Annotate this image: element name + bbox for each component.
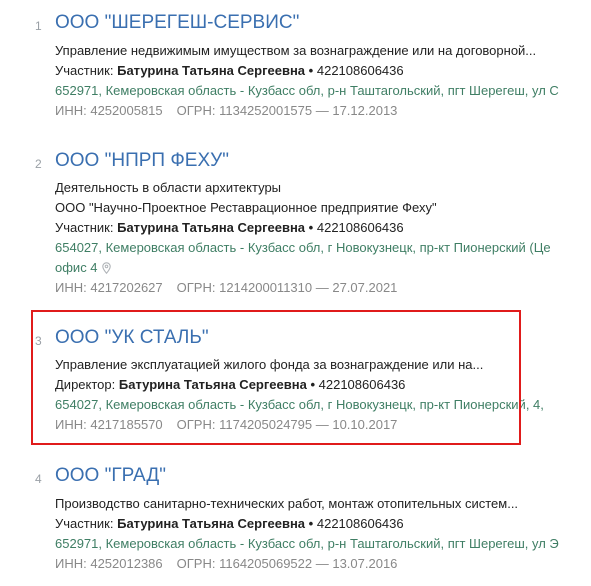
registration-line: ИНН: 4252005815 ОГРН: 1134252001575 — 17.… — [55, 103, 397, 118]
person-name-link[interactable]: Батурина Татьяна Сергеевна — [117, 63, 305, 78]
registration-line: ИНН: 4252012386 ОГРН: 1164205069522 — 13.… — [55, 556, 397, 571]
address-line: 652971, Кемеровская область - Кузбасс об… — [55, 536, 559, 551]
company-title-link[interactable]: ООО "НПРП ФЕХУ" — [55, 150, 229, 172]
result-number: 4 — [35, 472, 42, 486]
ogrn-value: ОГРН: 1134252001575 — 17.12.2013 — [176, 103, 398, 118]
person-name-link[interactable]: Батурина Татьяна Сергеевна — [117, 220, 305, 235]
highlight-frame — [31, 310, 521, 445]
ogrn-value: ОГРН: 1164205069522 — 13.07.2016 — [176, 556, 398, 571]
role-label: Участник: — [55, 63, 114, 78]
person-name-link[interactable]: Батурина Татьяна Сергеевна — [117, 516, 305, 531]
ogrn-value: ОГРН: 1214200011310 — 27.07.2021 — [176, 280, 398, 295]
separator: • — [308, 516, 314, 531]
person-inn: 422108606436 — [316, 220, 404, 235]
company-title-link[interactable]: ООО "ГРАД" — [55, 465, 166, 487]
address-line: 652971, Кемеровская область - Кузбасс об… — [55, 83, 559, 98]
result-number: 1 — [35, 19, 42, 33]
result-number: 2 — [35, 157, 42, 171]
separator: • — [308, 63, 314, 78]
role-label: Участник: — [55, 220, 114, 235]
search-results-page: 1 ООО "ШЕРЕГЕШ-СЕРВИС" Управление недвиж… — [0, 0, 591, 586]
activity-description: Деятельность в области архитектуры — [55, 180, 282, 195]
person-line: Участник: Батурина Татьяна Сергеевна • 4… — [55, 220, 404, 235]
inn-value: ИНН: 4252005815 — [55, 103, 163, 118]
location-pin-icon[interactable] — [101, 262, 111, 277]
company-title-link[interactable]: ООО "ШЕРЕГЕШ-СЕРВИС" — [55, 12, 299, 34]
address-line: 654027, Кемеровская область - Кузбасс об… — [55, 240, 551, 255]
inn-value: ИНН: 4217202627 — [55, 280, 163, 295]
registration-line: ИНН: 4217202627 ОГРН: 1214200011310 — 27.… — [55, 280, 397, 295]
separator: • — [308, 220, 314, 235]
role-label: Участник: — [55, 516, 114, 531]
person-line: Участник: Батурина Татьяна Сергеевна • 4… — [55, 516, 404, 531]
address-continuation: офис 4 — [55, 260, 98, 275]
activity-description: Управление недвижимым имуществом за возн… — [55, 43, 537, 58]
person-inn: 422108606436 — [316, 63, 404, 78]
inn-value: ИНН: 4252012386 — [55, 556, 163, 571]
company-full-name: ООО "Научно-Проектное Реставрационное пр… — [55, 200, 437, 215]
person-line: Участник: Батурина Татьяна Сергеевна • 4… — [55, 63, 404, 78]
address-line-continuation: офис 4 — [55, 260, 111, 277]
activity-description: Производство санитарно-технических работ… — [55, 496, 519, 511]
person-inn: 422108606436 — [316, 516, 404, 531]
